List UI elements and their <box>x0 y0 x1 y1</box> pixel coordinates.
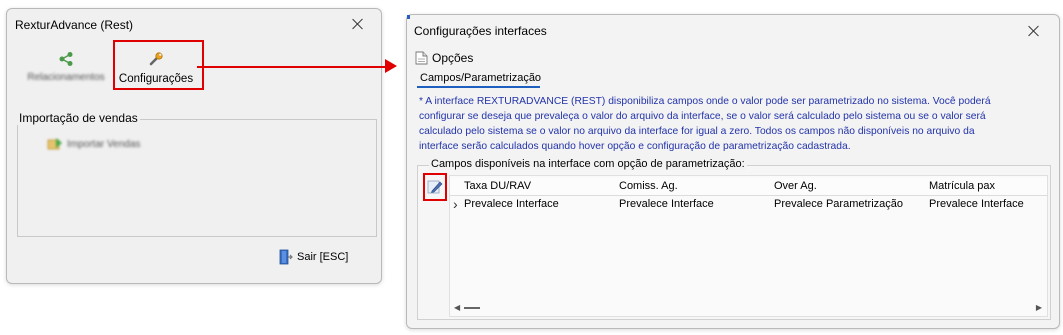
document-icon <box>415 51 428 65</box>
relacionamentos-button[interactable]: Relacionamentos <box>25 51 107 87</box>
scroll-right-icon[interactable]: ▶ <box>1036 303 1042 312</box>
window-accent <box>407 15 410 19</box>
info-line: interface serão calculados quando hover … <box>419 141 851 152</box>
arrow-line <box>197 66 385 68</box>
column-header-over[interactable]: Over Ag. <box>774 178 817 195</box>
data-grid[interactable]: Taxa DU/RAV Comiss. Ag. Over Ag. Matrícu… <box>449 175 1048 317</box>
grid-header-row: Taxa DU/RAV Comiss. Ag. Over Ag. Matrícu… <box>450 178 1047 196</box>
row-indicator-icon: › <box>453 196 458 212</box>
info-line: calculado pelo sistema se o valor no arq… <box>419 126 975 137</box>
rextur-advance-window: RexturAdvance (Rest) Relacionamentos Con… <box>6 8 382 284</box>
info-text: * A interface REXTURADVANCE (REST) dispo… <box>419 94 1049 154</box>
cell-over[interactable]: Prevalece Parametrização <box>774 196 903 213</box>
import-icon <box>47 138 62 150</box>
cell-comiss[interactable]: Prevalece Interface <box>619 196 714 213</box>
arrow-head-icon <box>385 59 397 73</box>
configuracoes-interfaces-window: Configurações interfaces Opções Campos/P… <box>406 14 1060 329</box>
info-line: configurar se deseja que prevaleça o val… <box>419 111 986 122</box>
importar-vendas-button[interactable]: Importar Vendas <box>47 137 140 151</box>
cell-matricula[interactable]: Prevalece Interface <box>929 196 1024 213</box>
cell-taxa[interactable]: Prevalece Interface <box>464 196 559 213</box>
relacionamentos-label: Relacionamentos <box>27 72 105 83</box>
importar-vendas-label: Importar Vendas <box>67 138 141 150</box>
opcoes-label: Opções <box>432 51 474 65</box>
column-header-matricula[interactable]: Matrícula pax <box>929 178 995 195</box>
import-group-legend: Importação de vendas <box>17 111 140 125</box>
scroll-left-icon[interactable]: ◀ <box>454 303 460 312</box>
column-header-taxa[interactable]: Taxa DU/RAV <box>464 178 531 195</box>
table-row[interactable]: › Prevalece Interface Prevalece Interfac… <box>450 196 1047 213</box>
edit-highlight-box <box>423 173 447 201</box>
close-icon[interactable] <box>1027 24 1041 38</box>
horizontal-scrollbar[interactable]: ◀ ▶ <box>454 303 1042 312</box>
window-title: Configurações interfaces <box>414 24 547 38</box>
opcoes-menu[interactable]: Opções <box>415 51 473 65</box>
tab-active-indicator <box>417 86 540 88</box>
sair-label: Sair [ESC] <box>297 251 349 263</box>
sair-button[interactable]: Sair [ESC] <box>279 249 348 265</box>
column-header-comiss[interactable]: Comiss. Ag. <box>619 178 678 195</box>
grid-legend: Campos disponíveis na interface com opçã… <box>429 158 747 170</box>
info-line: * A interface REXTURADVANCE (REST) dispo… <box>419 96 991 107</box>
exit-door-icon <box>279 249 293 265</box>
window-title: RexturAdvance (Rest) <box>15 18 134 32</box>
tab-campos-parametrizacao[interactable]: Campos/Parametrização <box>420 72 541 84</box>
highlight-box <box>113 40 204 90</box>
share-nodes-icon <box>59 52 73 66</box>
close-icon[interactable] <box>351 17 365 31</box>
scroll-thumb[interactable] <box>464 306 481 309</box>
